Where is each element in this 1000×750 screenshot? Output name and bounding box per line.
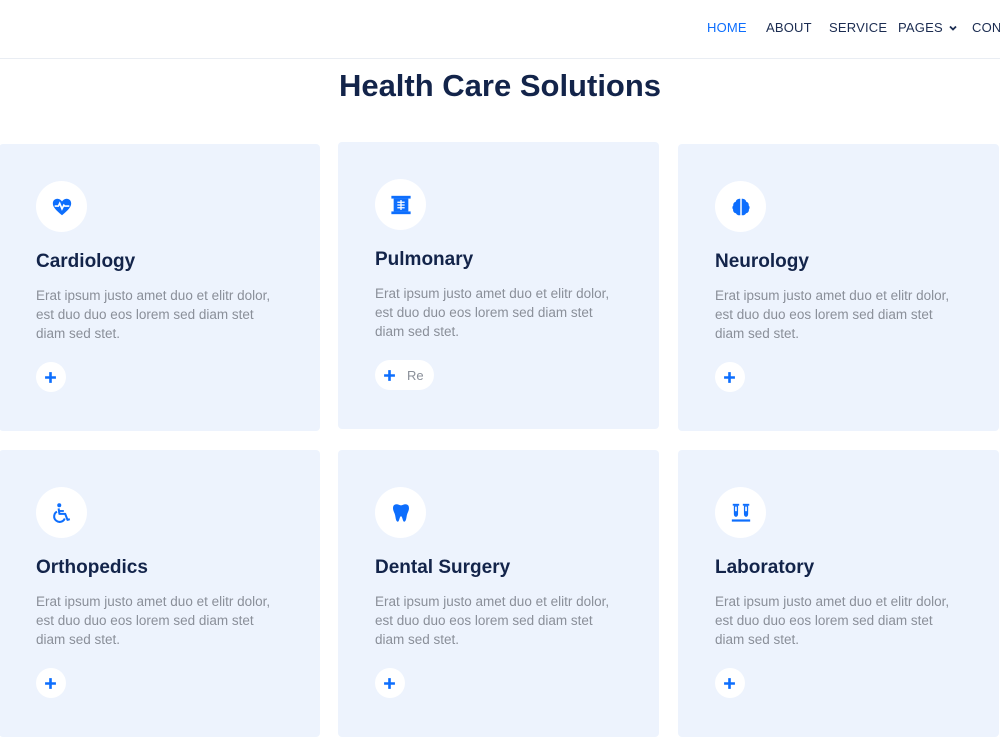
wheelchair-icon (52, 502, 70, 523)
read-more-button[interactable] (375, 668, 405, 698)
chevron-down-icon (949, 25, 957, 31)
service-card-orthopedics: Orthopedics Erat ipsum justo amet duo et… (0, 450, 320, 737)
icon-circle (375, 179, 426, 230)
nav-contact-link[interactable]: CONT (972, 20, 1000, 35)
read-more-button[interactable] (36, 362, 66, 392)
nav-service-link[interactable]: SERVICE (829, 20, 887, 35)
service-card-pulmonary: Pulmonary Erat ipsum justo amet duo et e… (338, 142, 659, 429)
service-card-neurology: Neurology Erat ipsum justo amet duo et e… (678, 144, 999, 431)
heartbeat-icon (52, 198, 71, 215)
read-more-label: Re (407, 367, 424, 383)
service-card-dental-surgery: Dental Surgery Erat ipsum justo amet duo… (338, 450, 659, 737)
read-more-button[interactable] (715, 362, 745, 392)
card-description: Erat ipsum justo amet duo et elitr dolor… (36, 594, 271, 647)
nav-about-link[interactable]: ABOUT (766, 20, 812, 35)
icon-circle (36, 487, 87, 538)
icon-circle (36, 181, 87, 232)
read-more-button[interactable]: Re (375, 360, 434, 390)
read-more-button[interactable] (715, 668, 745, 698)
plus-icon (384, 369, 395, 381)
nav-pages-dropdown[interactable]: PAGES (898, 20, 958, 35)
plus-icon (724, 677, 735, 689)
x-ray-icon (390, 195, 411, 214)
plus-icon (45, 677, 56, 689)
card-description: Erat ipsum justo amet duo et elitr dolor… (375, 286, 610, 339)
card-title: Orthopedics (36, 557, 148, 578)
icon-circle (375, 487, 426, 538)
card-title: Dental Surgery (375, 557, 511, 578)
card-title: Neurology (715, 251, 809, 272)
card-description: Erat ipsum justo amet duo et elitr dolor… (715, 594, 950, 647)
tooth-icon (392, 503, 409, 522)
brain-icon (731, 198, 750, 215)
nav-pages-label: PAGES (898, 20, 943, 35)
card-description: Erat ipsum justo amet duo et elitr dolor… (375, 594, 610, 647)
service-card-laboratory: Laboratory Erat ipsum justo amet duo et … (678, 450, 999, 737)
icon-circle (715, 487, 766, 538)
card-title: Cardiology (36, 251, 136, 272)
read-more-button[interactable] (36, 668, 66, 698)
vials-icon (731, 503, 750, 522)
plus-icon (45, 371, 56, 383)
plus-icon (724, 371, 735, 383)
card-description: Erat ipsum justo amet duo et elitr dolor… (36, 288, 271, 341)
page-title: Health Care Solutions (338, 68, 662, 103)
plus-icon (384, 677, 395, 689)
icon-circle (715, 181, 766, 232)
service-card-cardiology: Cardiology Erat ipsum justo amet duo et … (0, 144, 320, 431)
nav-home-link[interactable]: HOME (707, 20, 747, 35)
card-title: Laboratory (715, 557, 815, 578)
card-title: Pulmonary (375, 249, 474, 270)
card-description: Erat ipsum justo amet duo et elitr dolor… (715, 288, 950, 341)
navbar: HOME ABOUT SERVICE PAGES CONT (0, 0, 1000, 59)
